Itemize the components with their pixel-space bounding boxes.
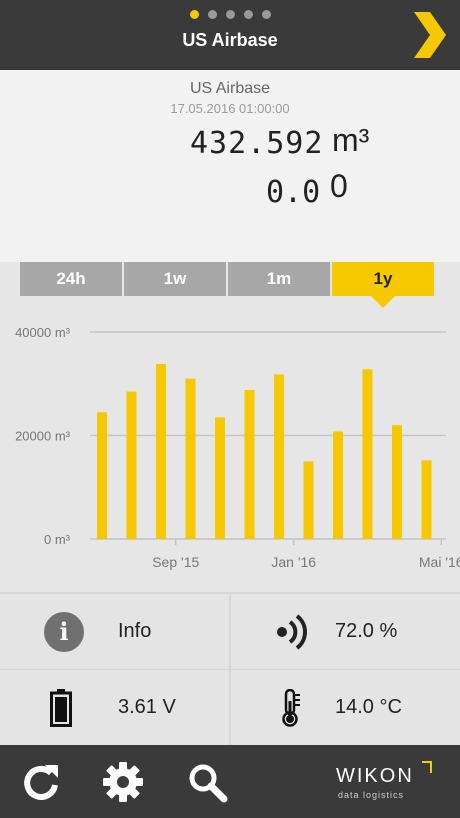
consumption-chart: 0 m³ 20000 m³ 40000 m³ Sep '15 Jan '16 Mai '1… <box>15 325 460 570</box>
chevron-right-icon[interactable] <box>412 12 448 58</box>
tab-1y[interactable]: 1y <box>332 262 434 308</box>
page-indicator <box>0 10 460 19</box>
page-dot[interactable] <box>189 10 199 19</box>
footer-bar: WIKON data logistics <box>0 745 460 818</box>
chart-panel: 24h 1w 1m 1y 0 m³ 20000 m³ 40000 m³ Sep '15… <box>0 262 460 592</box>
page-title: US Airbase <box>182 30 278 50</box>
search-icon[interactable] <box>186 761 228 803</box>
chart-bar <box>215 417 225 539</box>
logo-tagline: data logistics <box>338 790 405 800</box>
thermometer-icon <box>282 688 300 727</box>
chart-bar <box>274 374 284 539</box>
x-tick-label: Jan '16 <box>271 554 316 570</box>
chart-bar <box>362 369 373 539</box>
logo-corner-mark <box>422 761 432 773</box>
refresh-icon[interactable] <box>20 761 62 803</box>
header-bar: US Airbase <box>0 0 460 70</box>
x-tick-label: Sep '15 <box>152 554 199 570</box>
tab-24h[interactable]: 24h <box>20 262 122 296</box>
page-dot[interactable] <box>261 10 271 19</box>
y-tick-label: 20000 m³ <box>15 429 71 444</box>
page-dot[interactable] <box>207 10 217 19</box>
logo-name: WIKON <box>336 765 414 787</box>
chart-bar <box>421 460 432 539</box>
tab-1w[interactable]: 1w <box>124 262 226 296</box>
page-dot[interactable] <box>225 10 235 19</box>
period-tabs: 24h 1w 1m 1y <box>20 262 434 308</box>
chart-bar <box>333 431 343 539</box>
chart-bar <box>126 391 137 539</box>
reading-timestamp: 17.05.2016 01:00:00 <box>170 101 290 116</box>
info-label: Info <box>118 620 152 642</box>
chart-bar <box>244 389 255 539</box>
gear-icon[interactable] <box>102 761 144 803</box>
tab-1m[interactable]: 1m <box>228 262 330 296</box>
info-cell[interactable]: i Info <box>0 594 229 669</box>
chart-bar <box>97 412 107 539</box>
chart-bar <box>156 364 166 539</box>
signal-icon <box>277 613 307 650</box>
temperature-cell: 14.0 °C <box>231 670 460 745</box>
meter-readout: US Airbase 17.05.2016 01:00:00 432.592 m… <box>0 70 460 262</box>
status-grid: i Info 72.0 % 3.61 V 14.0 °C <box>0 592 460 745</box>
y-tick-label: 0 m³ <box>44 532 71 547</box>
signal-cell: 72.0 % <box>231 594 460 669</box>
device-name: US Airbase <box>189 80 271 97</box>
x-tick-label: Mai '16 <box>419 554 460 570</box>
battery-value: 3.61 V <box>118 696 176 718</box>
chart-bar <box>185 378 196 539</box>
volume-unit: m³ <box>332 122 370 158</box>
temperature-value: 14.0 °C <box>335 696 402 718</box>
signal-value: 72.0 % <box>335 620 398 642</box>
wikon-logo: WIKON data logistics <box>336 761 432 805</box>
battery-icon <box>50 688 72 727</box>
y-tick-label: 40000 m³ <box>15 325 71 340</box>
info-icon: i <box>44 611 84 652</box>
page-dot[interactable] <box>243 10 253 19</box>
chart-bar <box>303 461 314 539</box>
volume-value: 432.592 <box>190 126 324 161</box>
app: US Airbase US Airbase 17.05.2016 01:00:0… <box>0 0 460 818</box>
battery-cell: 3.61 V <box>0 670 229 745</box>
chart-bar <box>392 425 402 539</box>
flow-value: 0.0 <box>266 175 321 210</box>
flow-extra-digit: 0 <box>330 168 348 204</box>
